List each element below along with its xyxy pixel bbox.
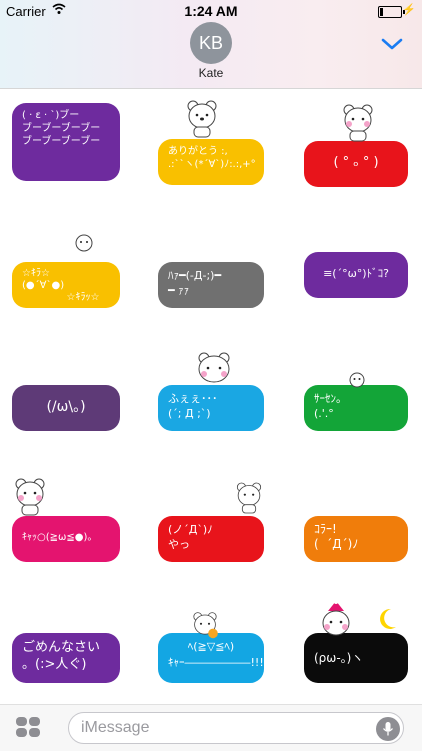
sticker-bubble[interactable]: ( · ε · `)ブー ブーブーブーブー ブーブーブーブー [12,103,120,181]
bear-mascot-icon [75,234,93,252]
microphone-icon[interactable] [376,717,400,741]
bear-mascot-icon [236,482,262,514]
bear-mascot-icon [198,352,230,383]
sticker-bubble[interactable]: ｺﾗｰ! ( ´Д´)ﾉ [304,516,408,562]
clock: 1:24 AM [184,3,238,19]
sticker-bubble[interactable]: ( ° ₒ ° ) [304,141,408,187]
bear-mascot-icon [15,478,45,516]
sticker-bubble[interactable]: ☆ｷﾗ☆ (●´∀`●) ☆ｷﾗｯ☆ [12,262,120,308]
sticker-row: ｷｬｯ○(≧ω≦●)。 (ノ´Д`)ﾉ やっ ｺﾗｰ! ( ´Д´)ﾉ [0,458,422,581]
moon-icon [380,608,396,629]
chevron-down-icon[interactable] [380,34,404,54]
sticker-grid: ( · ε · `)ブー ブーブーブーブー ブーブーブーブー ありがとう :, … [0,89,422,704]
sticker-bubble[interactable]: (ノ´Д`)ﾉ やっ [158,516,264,562]
message-input[interactable]: iMessage [68,712,404,744]
sticker-bubble[interactable]: ﾊｧ━(-Д-;)━ ━ ｧｧ [158,262,264,308]
sticker-row: ☆ｷﾗ☆ (●´∀`●) ☆ｷﾗｯ☆ ﾊｧ━(-Д-;)━ ━ ｧｧ ≡(´°ω… [0,212,422,335]
sticker-bubble[interactable]: ごめんなさい 。(:>人ぐ) [12,633,120,683]
bear-mascot-icon [349,372,365,388]
compose-bar: iMessage [0,704,422,751]
sticker-bubble[interactable]: ｻｰｾﾝ。 (.'.° [304,385,408,431]
bear-mascot-icon [322,601,350,636]
bear-mascot-icon [187,100,217,138]
status-bar: Carrier 1:24 AM ⚡ [0,0,422,22]
sticker-bubble[interactable]: ありがとう :, .:``ヽ(*´∀`)ﾉ:.:,+° [158,139,264,185]
charging-bolt-icon: ⚡ [402,4,416,16]
sticker-bubble[interactable]: ｷｬｯ○(≧ω≦●)。 [12,516,120,562]
sticker-bubble[interactable]: ≡(´°ω°)ﾄﾞｺ? [304,252,408,298]
contact-name[interactable]: Kate [0,66,422,80]
avatar[interactable]: KB [190,22,232,64]
battery-icon [378,6,405,18]
bear-mascot-icon [343,104,373,142]
bear-mascot-icon [193,612,218,639]
sticker-bubble[interactable]: (/ω\。) [12,385,120,431]
app-drawer-icon[interactable] [16,717,42,739]
sticker-bubble[interactable]: ふぇぇ･･･ (´; Д ;`) [158,385,264,431]
